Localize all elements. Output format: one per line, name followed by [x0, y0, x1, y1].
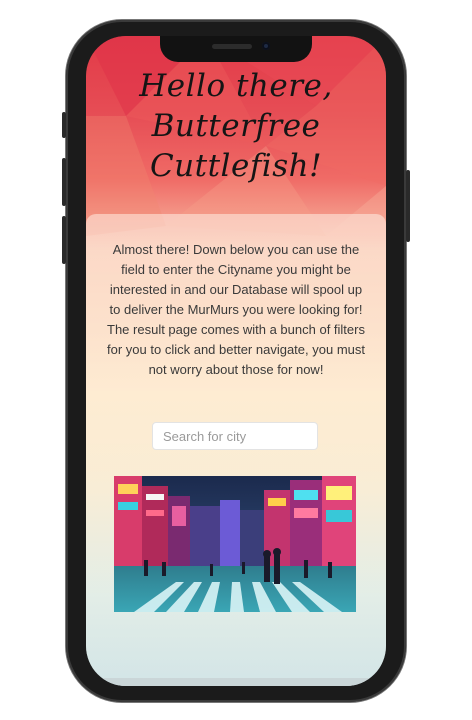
volume-down-button [62, 216, 66, 264]
city-photo [114, 476, 356, 612]
mute-switch [62, 112, 66, 138]
power-button [406, 170, 410, 242]
volume-up-button [62, 158, 66, 206]
title-line-1: Hello there, [139, 68, 333, 104]
title-line-3: Cuttlefish! [149, 148, 323, 184]
page-title: Hello there, Butterfree Cuttlefish! [86, 66, 386, 186]
title-line-2: Butterfree [151, 108, 321, 144]
phone-screen: Hello there, Butterfree Cuttlefish! Almo… [86, 36, 386, 686]
camera-icon [262, 42, 270, 50]
city-search-input[interactable] [152, 422, 318, 450]
phone-frame: Hello there, Butterfree Cuttlefish! Almo… [62, 20, 410, 702]
bottom-strip [86, 678, 386, 686]
speaker-icon [212, 44, 252, 49]
notch [160, 36, 312, 62]
intro-text: Almost there! Down below you can use the… [107, 242, 365, 377]
